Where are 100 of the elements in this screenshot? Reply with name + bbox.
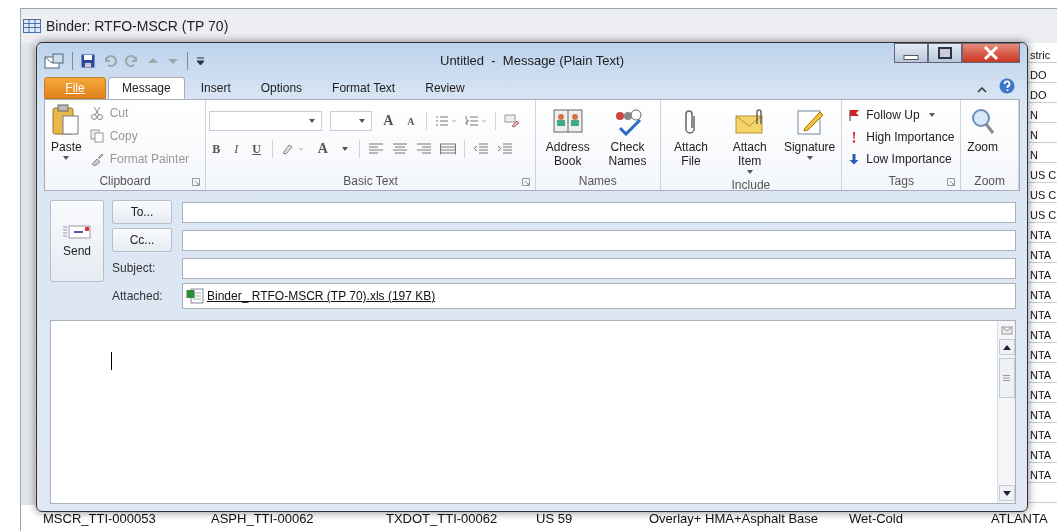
customize-icon[interactable]: [196, 56, 205, 66]
close-button[interactable]: [962, 43, 1020, 63]
table-cell: NTA: [1030, 449, 1052, 461]
dropdown-caret-icon: [342, 147, 348, 151]
attach-file-button[interactable]: Attach File: [663, 102, 719, 170]
table-cell: NTA: [1030, 289, 1052, 301]
paste-button[interactable]: Paste: [48, 102, 85, 164]
ribbon-tab[interactable]: Message: [108, 77, 185, 99]
font-name-dropdown[interactable]: [209, 111, 323, 131]
attachment-link[interactable]: Binder_ RTFO-MSCR (TP 70).xls (197 KB): [207, 289, 436, 303]
low-importance-button[interactable]: Low Importance: [845, 148, 955, 169]
attachment-field[interactable]: Binder_ RTFO-MSCR (TP 70).xls (197 KB): [182, 283, 1016, 309]
table-cell: MSCR_TTI-000053: [43, 511, 156, 526]
table-cell: NTA: [1030, 309, 1052, 321]
field-label: Attached:: [112, 289, 164, 303]
save-icon[interactable]: [81, 54, 95, 68]
scroll-down-button[interactable]: [998, 485, 1015, 501]
input-field[interactable]: [182, 257, 1016, 279]
scrollbar[interactable]: [997, 321, 1015, 503]
table-cell: N: [1030, 109, 1038, 121]
table-cell: Wet-Cold: [849, 511, 903, 526]
bullets-icon[interactable]: [434, 115, 457, 127]
justify-icon[interactable]: [440, 143, 456, 155]
high-importance-button[interactable]: High Importance: [845, 126, 958, 147]
group-label: Include: [731, 178, 771, 192]
decrease-indent-icon[interactable]: [473, 143, 489, 155]
scroll-thumb[interactable]: [998, 358, 1015, 398]
table-cell: TXDOT_TTI-00062: [386, 511, 498, 526]
collapse-ribbon-icon[interactable]: [977, 86, 987, 94]
envelope-icon[interactable]: [1000, 324, 1013, 336]
ribbon-tab[interactable]: Format Text: [318, 77, 410, 99]
recipient-button[interactable]: To...: [112, 200, 172, 224]
table-cell: NTA: [1030, 369, 1052, 381]
table-cell: N: [1030, 149, 1038, 161]
table-cell: ASPH_TTI-00062: [211, 511, 314, 526]
table-cell: US 59: [536, 511, 573, 526]
table-cell: NTA: [1030, 269, 1052, 281]
check-names-button[interactable]: Check Names: [598, 102, 657, 170]
dropdown-caret-icon: [63, 156, 70, 160]
envelope-icon: [62, 224, 92, 240]
italic-button[interactable]: I: [231, 141, 242, 157]
font-color-button[interactable]: A: [314, 141, 331, 157]
input-field[interactable]: [182, 229, 1016, 251]
increase-indent-icon[interactable]: [497, 143, 513, 155]
window-title: Binder: RTFO-MSCR (TP 70): [46, 18, 229, 34]
redo-icon[interactable]: [125, 54, 139, 68]
table-cell: DO: [1030, 89, 1047, 101]
follow-up-button[interactable]: Follow Up: [845, 104, 941, 125]
address-book-icon: [551, 108, 584, 136]
shrink-font-button[interactable]: A: [404, 115, 418, 127]
dialog-launcher-icon[interactable]: [521, 178, 530, 186]
font-size-dropdown[interactable]: [330, 111, 373, 131]
bold-button[interactable]: B: [209, 141, 224, 157]
magnifier-icon: [969, 108, 996, 136]
clipboard-icon: [51, 104, 82, 136]
dialog-launcher-icon[interactable]: [192, 178, 201, 186]
clear-formatting-icon[interactable]: [503, 114, 520, 128]
group-label: Tags: [888, 174, 914, 188]
table-cell: NTA: [1030, 389, 1052, 401]
down-triangle-icon: [1002, 490, 1011, 496]
recipient-button[interactable]: Cc...: [112, 228, 172, 252]
attach-item-button[interactable]: Attach Item: [720, 102, 779, 178]
align-left-icon[interactable]: [368, 143, 384, 155]
input-field[interactable]: [182, 201, 1016, 223]
envelope-icon: [733, 108, 766, 136]
up-triangle-icon: [1002, 344, 1011, 350]
minimize-button[interactable]: [894, 43, 928, 63]
window-title: Untitled - Message (Plain Text): [440, 53, 624, 68]
message-body-field[interactable]: [50, 320, 1016, 504]
ribbon-tab[interactable]: Review: [411, 77, 479, 99]
grow-font-button[interactable]: A: [380, 113, 397, 129]
table-cell: DO: [1030, 69, 1047, 81]
spreadsheet-file-icon: [186, 288, 204, 304]
dropdown-caret-icon: [309, 119, 316, 123]
text-cursor: [111, 352, 112, 370]
zoom-button[interactable]: Zoom: [964, 102, 1001, 156]
field-label: Subject:: [112, 261, 157, 275]
underline-button[interactable]: U: [249, 141, 264, 157]
numbering-icon[interactable]: [464, 115, 487, 127]
envelope-icon[interactable]: [44, 53, 64, 69]
paintbrush-icon: [89, 151, 104, 166]
ribbon-tab[interactable]: Insert: [186, 77, 245, 99]
table-cell: ATLANTA: [991, 511, 1048, 526]
table-cell: NTA: [1030, 349, 1052, 361]
maximize-button[interactable]: [928, 43, 962, 63]
dialog-launcher-icon[interactable]: [947, 178, 956, 186]
send-button[interactable]: Send: [50, 200, 104, 282]
undo-icon[interactable]: [103, 54, 117, 68]
ribbon-tab[interactable]: Options: [246, 77, 317, 99]
down-arrow-icon: [848, 152, 861, 165]
align-center-icon[interactable]: [392, 143, 408, 155]
copy-icon: [89, 128, 104, 143]
align-right-icon[interactable]: [416, 143, 432, 155]
address-book-button[interactable]: Address Book: [538, 102, 597, 170]
signature-button[interactable]: Signature: [780, 102, 839, 164]
minimize-icon: [903, 54, 919, 60]
help-icon[interactable]: [999, 78, 1015, 94]
maximize-icon: [938, 47, 952, 59]
group-label: Names: [578, 174, 617, 188]
scroll-up-button[interactable]: [998, 339, 1015, 355]
